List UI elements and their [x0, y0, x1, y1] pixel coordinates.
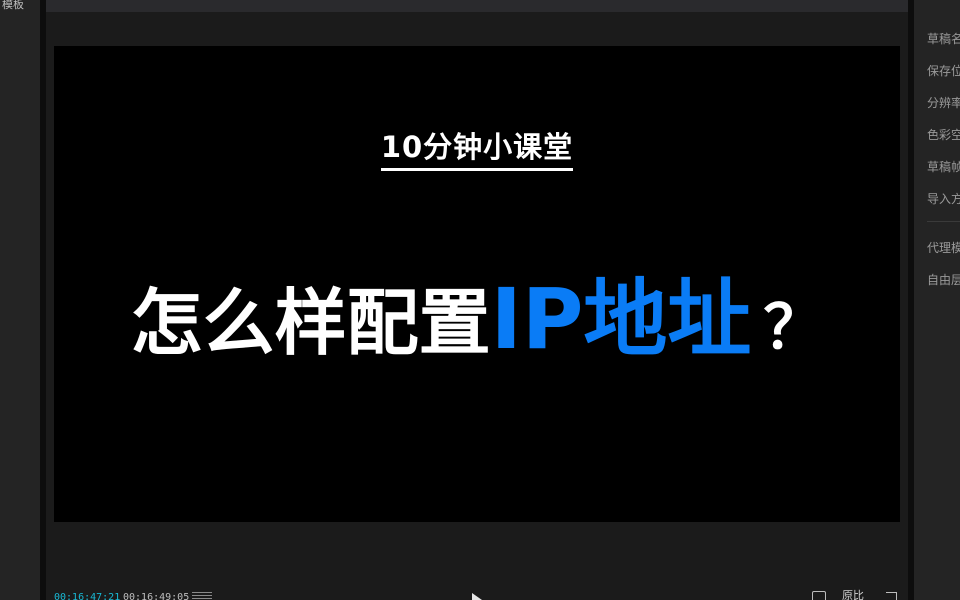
headline-blue-text: IP地址	[490, 270, 752, 368]
editor-window: 模板 10分钟小课堂 怎么样配置IP地址？ 00:16:47:21 00:16:…	[0, 0, 960, 600]
setting-proxy-mode: 代理模式	[927, 241, 960, 255]
setting-color-space: 色彩空间	[927, 128, 960, 142]
setting-resolution: 分辨率	[927, 96, 960, 110]
video-subtitle: 10分钟小课堂	[380, 124, 574, 171]
list-icon[interactable]	[192, 592, 212, 600]
headline-white-text: 怎么样配置	[130, 281, 491, 365]
settings-divider	[927, 221, 960, 222]
fit-icon[interactable]	[812, 591, 826, 600]
ratio-button[interactable]: 原比	[842, 590, 864, 600]
tab-templates[interactable]: 模板	[0, 0, 24, 12]
video-headline: 怎么样配置IP地址？	[54, 252, 900, 373]
setting-draft-name: 草稿名称	[927, 32, 960, 46]
preview-player: 10分钟小课堂 怎么样配置IP地址？ 00:16:47:21 00:16:49:…	[46, 0, 908, 600]
setting-import-mode: 导入方式	[927, 192, 960, 206]
play-icon[interactable]	[472, 593, 482, 600]
left-panel: 模板	[0, 0, 40, 600]
player-header	[46, 0, 908, 12]
headline-question-mark: ？	[763, 293, 824, 363]
video-preview[interactable]: 10分钟小课堂 怎么样配置IP地址？	[54, 46, 900, 522]
video-subtitle-wrap: 10分钟小课堂	[54, 124, 900, 171]
setting-free-layer: 自由层级	[927, 273, 960, 287]
draft-settings-panel: 草稿名称 保存位置 分辨率 色彩空间 草稿帧率 导入方式 代理模式 自由层级	[914, 0, 960, 600]
total-timecode: 00:16:49:05	[123, 592, 190, 600]
player-controls: 00:16:47:21 00:16:49:05 原比	[46, 588, 908, 600]
fullscreen-icon[interactable]	[886, 592, 897, 600]
setting-save-location: 保存位置	[927, 64, 960, 78]
current-timecode: 00:16:47:21	[54, 592, 121, 600]
setting-frame-rate: 草稿帧率	[927, 160, 960, 174]
